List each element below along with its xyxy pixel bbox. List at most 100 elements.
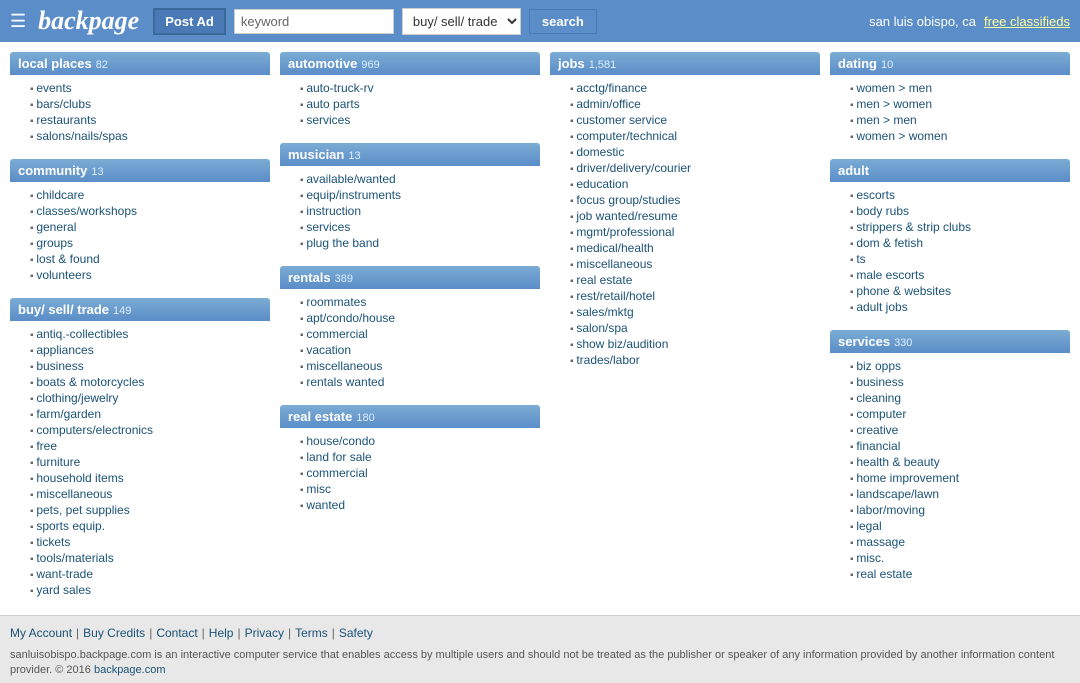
footer-link-credits[interactable]: Buy Credits	[83, 626, 145, 640]
link-home-improvement[interactable]: home improvement	[856, 471, 959, 485]
link-education[interactable]: education	[576, 177, 628, 191]
link-restaurants[interactable]: restaurants	[36, 113, 96, 127]
link-women-men[interactable]: women > men	[856, 81, 932, 95]
link-real-estate-svc[interactable]: real estate	[856, 567, 912, 581]
link-misc-bst[interactable]: miscellaneous	[36, 487, 112, 501]
link-focus-group[interactable]: focus group/studies	[576, 193, 680, 207]
hamburger-icon[interactable]: ☰	[10, 11, 26, 32]
link-childcare[interactable]: childcare	[36, 188, 84, 202]
link-wanted-re[interactable]: wanted	[306, 498, 345, 512]
link-rentals-wanted[interactable]: rentals wanted	[306, 375, 384, 389]
footer-link-help[interactable]: Help	[209, 626, 234, 640]
link-computer-svc[interactable]: computer	[856, 407, 906, 421]
link-pets[interactable]: pets, pet supplies	[36, 503, 129, 517]
link-farm[interactable]: farm/garden	[36, 407, 101, 421]
link-commercial-re[interactable]: commercial	[306, 466, 367, 480]
link-mgmt[interactable]: mgmt/professional	[576, 225, 674, 239]
link-legal[interactable]: legal	[856, 519, 881, 533]
link-body-rubs[interactable]: body rubs	[856, 204, 909, 218]
link-medical[interactable]: medical/health	[576, 241, 653, 255]
link-rest-retail[interactable]: rest/retail/hotel	[576, 289, 655, 303]
link-cleaning[interactable]: cleaning	[856, 391, 901, 405]
link-domestic[interactable]: domestic	[576, 145, 624, 159]
link-biz-opps[interactable]: biz opps	[856, 359, 901, 373]
link-auto-parts[interactable]: auto parts	[306, 97, 359, 111]
link-job-wanted[interactable]: job wanted/resume	[576, 209, 677, 223]
link-instruction[interactable]: instruction	[306, 204, 361, 218]
link-equip[interactable]: equip/instruments	[306, 188, 401, 202]
link-commercial-rent[interactable]: commercial	[306, 327, 367, 341]
footer-backpage-link[interactable]: backpage.com	[94, 664, 166, 676]
link-health-beauty[interactable]: health & beauty	[856, 455, 939, 469]
link-lost-found[interactable]: lost & found	[36, 252, 99, 266]
category-select[interactable]: buy/ sell/ trade for sale housing jobs s…	[402, 8, 521, 35]
link-trades[interactable]: trades/labor	[576, 353, 639, 367]
link-business[interactable]: business	[36, 359, 83, 373]
link-sports[interactable]: sports equip.	[36, 519, 105, 533]
free-classifieds-link[interactable]: free classifieds	[984, 14, 1070, 29]
link-computers[interactable]: computers/electronics	[36, 423, 153, 437]
link-volunteers[interactable]: volunteers	[36, 268, 91, 282]
link-men-men[interactable]: men > men	[856, 113, 916, 127]
link-business-svc[interactable]: business	[856, 375, 903, 389]
link-landscape[interactable]: landscape/lawn	[856, 487, 939, 501]
link-appliances[interactable]: appliances	[36, 343, 93, 357]
footer-link-privacy[interactable]: Privacy	[245, 626, 284, 640]
link-computer[interactable]: computer/technical	[576, 129, 677, 143]
footer-link-account[interactable]: My Account	[10, 626, 72, 640]
link-misc-rent[interactable]: miscellaneous	[306, 359, 382, 373]
link-show-biz[interactable]: show biz/audition	[576, 337, 668, 351]
footer-link-safety[interactable]: Safety	[339, 626, 373, 640]
link-house-condo[interactable]: house/condo	[306, 434, 375, 448]
link-strippers[interactable]: strippers & strip clubs	[856, 220, 971, 234]
link-admin[interactable]: admin/office	[576, 97, 640, 111]
link-yard-sales[interactable]: yard sales	[36, 583, 91, 597]
link-phone-websites[interactable]: phone & websites	[856, 284, 951, 298]
link-tickets[interactable]: tickets	[36, 535, 70, 549]
footer-link-contact[interactable]: Contact	[156, 626, 197, 640]
link-financial[interactable]: financial	[856, 439, 900, 453]
link-avail-wanted[interactable]: available/wanted	[306, 172, 395, 186]
link-plug-band[interactable]: plug the band	[306, 236, 379, 250]
link-salon[interactable]: salon/spa	[576, 321, 627, 335]
link-real-estate-jobs[interactable]: real estate	[576, 273, 632, 287]
link-free[interactable]: free	[36, 439, 57, 453]
footer-link-terms[interactable]: Terms	[295, 626, 328, 640]
link-adult-jobs[interactable]: adult jobs	[856, 300, 907, 314]
link-male-escorts[interactable]: male escorts	[856, 268, 924, 282]
link-salons[interactable]: salons/nails/spas	[36, 129, 127, 143]
link-driver[interactable]: driver/delivery/courier	[576, 161, 691, 175]
search-button[interactable]: search	[529, 9, 597, 34]
link-tools[interactable]: tools/materials	[36, 551, 113, 565]
link-music-services[interactable]: services	[306, 220, 350, 234]
link-bars-clubs[interactable]: bars/clubs	[36, 97, 91, 111]
link-men-women[interactable]: men > women	[856, 97, 932, 111]
link-want-trade[interactable]: want-trade	[36, 567, 93, 581]
link-boats[interactable]: boats & motorcycles	[36, 375, 144, 389]
link-auto-services[interactable]: services	[306, 113, 350, 127]
link-misc-re[interactable]: misc	[306, 482, 331, 496]
link-general[interactable]: general	[36, 220, 76, 234]
link-misc-jobs[interactable]: miscellaneous	[576, 257, 652, 271]
link-clothing[interactable]: clothing/jewelry	[36, 391, 118, 405]
link-auto-truck[interactable]: auto-truck-rv	[306, 81, 373, 95]
link-misc-svc[interactable]: misc.	[856, 551, 884, 565]
link-escorts[interactable]: escorts	[856, 188, 895, 202]
link-labor-moving[interactable]: labor/moving	[856, 503, 925, 517]
link-events[interactable]: events	[36, 81, 71, 95]
link-household[interactable]: household items	[36, 471, 123, 485]
link-acctg[interactable]: acctg/finance	[576, 81, 647, 95]
link-creative[interactable]: creative	[856, 423, 898, 437]
link-customer-service[interactable]: customer service	[576, 113, 667, 127]
link-apt-condo[interactable]: apt/condo/house	[306, 311, 395, 325]
link-dom-fetish[interactable]: dom & fetish	[856, 236, 923, 250]
link-roommates[interactable]: roommates	[306, 295, 366, 309]
link-sales[interactable]: sales/mktg	[576, 305, 633, 319]
link-antiq[interactable]: antiq.-collectibles	[36, 327, 128, 341]
link-furniture[interactable]: furniture	[36, 455, 80, 469]
link-massage[interactable]: massage	[856, 535, 905, 549]
link-vacation[interactable]: vacation	[306, 343, 351, 357]
link-groups[interactable]: groups	[36, 236, 73, 250]
link-land[interactable]: land for sale	[306, 450, 371, 464]
link-women-women[interactable]: women > women	[856, 129, 947, 143]
